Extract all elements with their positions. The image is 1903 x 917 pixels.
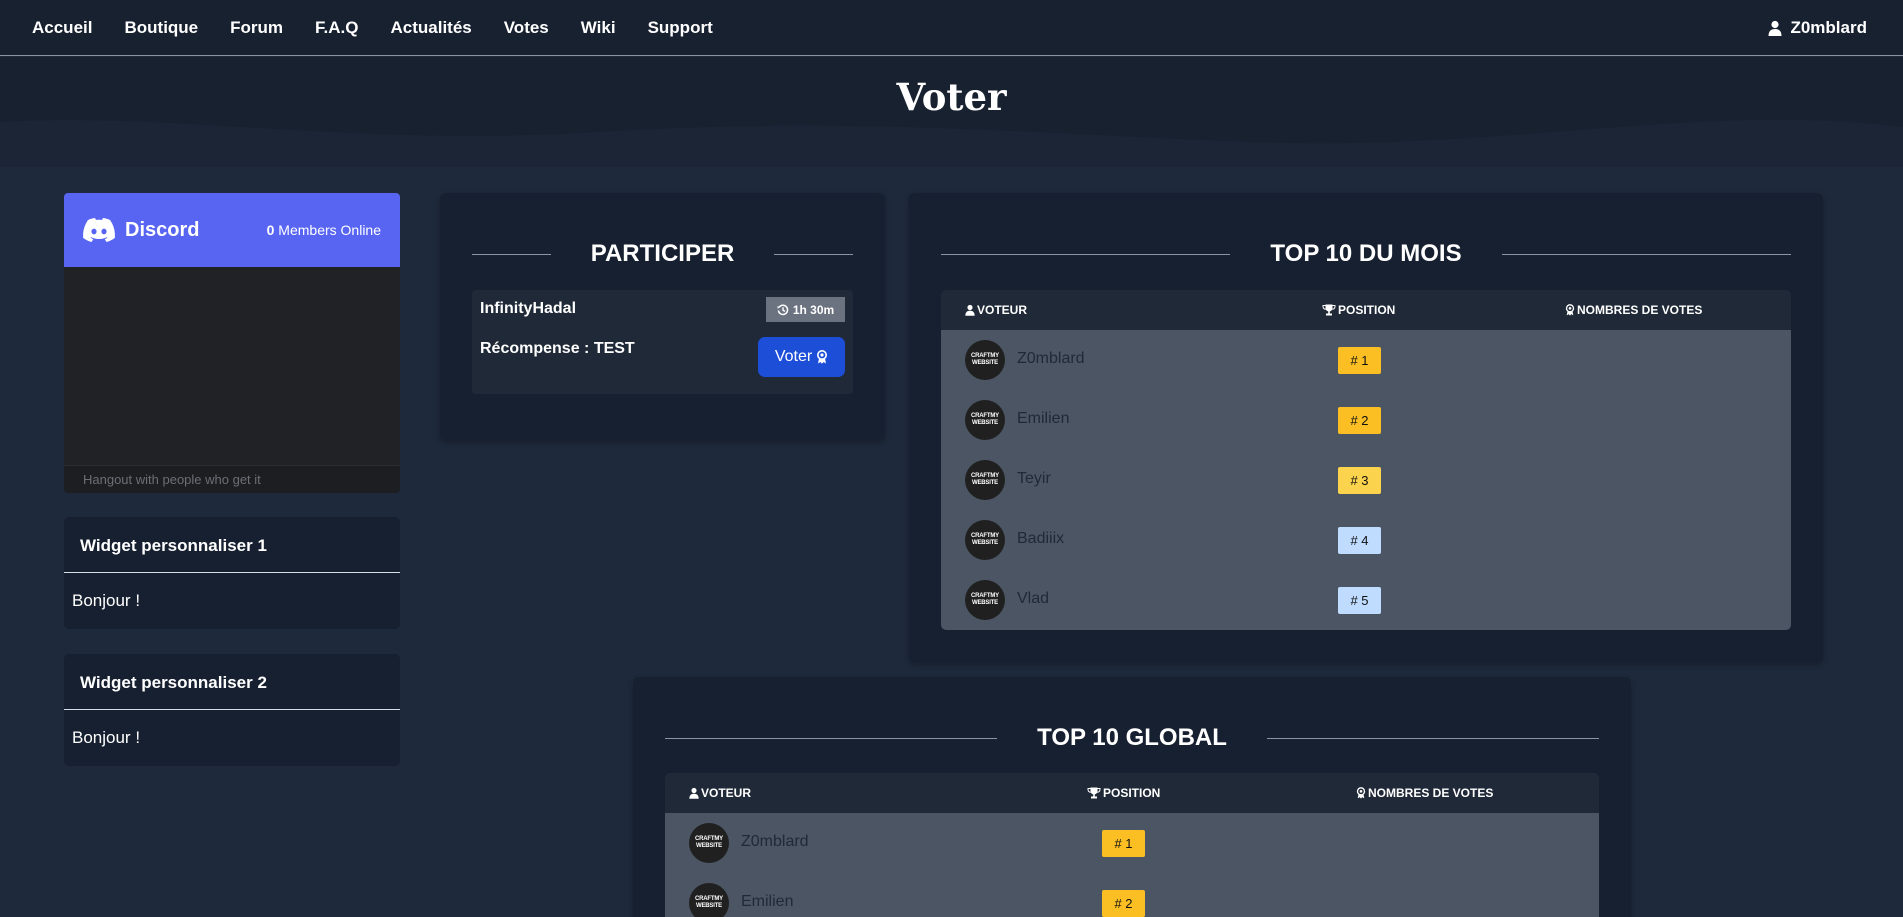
- column-votes: NOMBRES DE VOTES: [1565, 303, 1702, 317]
- avatar: CRAFTMY WEBSITE: [965, 520, 1005, 560]
- voter-name: Emilien: [741, 893, 794, 910]
- vote-button[interactable]: Voter: [758, 337, 845, 377]
- discord-members-label: Members Online: [278, 222, 381, 238]
- discord-title: Discord: [125, 218, 200, 241]
- nav-link-accueil[interactable]: Accueil: [32, 18, 92, 38]
- table-header: VOTEUR POSITION NOMBRES DE VOTES: [941, 290, 1791, 330]
- discord-icon: [83, 218, 115, 242]
- position-badge: # 2: [1338, 407, 1381, 434]
- vote-reward: Récompense : TEST: [480, 340, 635, 357]
- voter-name: Emilien: [1017, 410, 1070, 427]
- nav-link-wiki[interactable]: Wiki: [581, 18, 616, 38]
- award-icon: [1356, 787, 1366, 799]
- discord-members-list: [64, 267, 400, 465]
- avatar: CRAFTMY WEBSITE: [965, 460, 1005, 500]
- table-row: CRAFTMY WEBSITE Z0mblard # 1: [941, 330, 1791, 390]
- position-badge: # 2: [1102, 890, 1145, 917]
- top-month-card: TOP 10 DU MOIS VOTEUR POSITION NOMBRES D…: [909, 193, 1823, 663]
- table-body: CRAFTMY WEBSITE Z0mblard # 1 CRAFTMY WEBSI…: [665, 813, 1599, 917]
- table-row: CRAFTMY WEBSITE Badiiix # 4: [941, 510, 1791, 570]
- discord-header: Discord 0 Members Online: [64, 193, 400, 267]
- vote-site-box: InfinityHadal 1h 30m Récompense : TEST V…: [472, 290, 853, 394]
- top-global-card: TOP 10 GLOBAL VOTEUR POSITION NOMBRES DE…: [633, 677, 1631, 917]
- table-row: CRAFTMY WEBSITE Emilien # 2: [665, 873, 1599, 917]
- nav-link-support[interactable]: Support: [648, 18, 713, 38]
- discord-members-count: 0: [266, 222, 275, 238]
- column-position: POSITION: [1322, 303, 1395, 317]
- nav-link-forum[interactable]: Forum: [230, 18, 283, 38]
- user-icon: [689, 787, 699, 799]
- award-icon: [817, 350, 828, 364]
- trophy-icon: [1322, 304, 1336, 316]
- page-title: Voter: [896, 75, 1007, 119]
- column-voteur: VOTEUR: [689, 786, 751, 800]
- top-global-heading: TOP 10 GLOBAL: [1037, 724, 1227, 751]
- vote-timer-badge: 1h 30m: [766, 297, 845, 322]
- table-body: CRAFTMY WEBSITE Z0mblard # 1 CRAFTMY WEBSI…: [941, 330, 1791, 630]
- custom-widget-1: Widget personnaliser 1 Bonjour !: [64, 517, 400, 629]
- avatar: CRAFTMY WEBSITE: [965, 580, 1005, 620]
- voter-name: Vlad: [1017, 590, 1050, 607]
- nav-links: Accueil Boutique Forum F.A.Q Actualités …: [32, 18, 745, 38]
- avatar: CRAFTMY WEBSITE: [965, 400, 1005, 440]
- top-navbar: Accueil Boutique Forum F.A.Q Actualités …: [0, 0, 1903, 56]
- user-menu[interactable]: Z0mblard: [1768, 0, 1867, 56]
- table-row: CRAFTMY WEBSITE Emilien # 2: [941, 390, 1791, 450]
- user-icon: [1768, 20, 1782, 36]
- trophy-icon: [1087, 787, 1101, 799]
- widget-title: Widget personnaliser 2: [64, 654, 400, 710]
- nav-link-faq[interactable]: F.A.Q: [315, 18, 358, 38]
- card-heading: PARTICIPER: [472, 237, 854, 271]
- discord-brand: Discord: [83, 218, 199, 242]
- widget-title: Widget personnaliser 1: [64, 517, 400, 573]
- voter-name: Z0mblard: [741, 833, 809, 850]
- column-voteur: VOTEUR: [965, 303, 1027, 317]
- position-badge: # 4: [1338, 527, 1381, 554]
- user-name: Z0mblard: [1790, 18, 1867, 37]
- voter-name: Z0mblard: [1017, 350, 1085, 367]
- card-heading: TOP 10 GLOBAL: [665, 721, 1600, 755]
- column-position: POSITION: [1087, 786, 1160, 800]
- position-badge: # 1: [1102, 830, 1145, 857]
- position-badge: # 1: [1338, 347, 1381, 374]
- table-header: VOTEUR POSITION NOMBRES DE VOTES: [665, 773, 1599, 813]
- avatar: CRAFTMY WEBSITE: [965, 340, 1005, 380]
- position-badge: # 5: [1338, 587, 1381, 614]
- column-votes: NOMBRES DE VOTES: [1356, 786, 1493, 800]
- widget-content: Bonjour !: [72, 728, 141, 747]
- nav-link-boutique[interactable]: Boutique: [124, 18, 198, 38]
- avatar: CRAFTMY WEBSITE: [689, 823, 729, 863]
- top-month-table: VOTEUR POSITION NOMBRES DE VOTES CRAFTMY…: [941, 290, 1791, 630]
- discord-widget[interactable]: Discord 0 Members Online Hangout with pe…: [64, 193, 400, 493]
- table-row: CRAFTMY WEBSITE Vlad # 5: [941, 570, 1791, 630]
- participer-card: PARTICIPER InfinityHadal 1h 30m Récompen…: [440, 193, 885, 441]
- user-icon: [965, 304, 975, 316]
- vote-button-label: Voter: [774, 348, 813, 365]
- nav-link-actualites[interactable]: Actualités: [390, 18, 471, 38]
- card-heading: TOP 10 DU MOIS: [941, 237, 1792, 271]
- table-row: CRAFTMY WEBSITE Teyir # 3: [941, 450, 1791, 510]
- vote-timer-text: 1h 30m: [792, 302, 835, 317]
- top-month-heading: TOP 10 DU MOIS: [1270, 240, 1462, 267]
- position-badge: # 3: [1338, 467, 1381, 494]
- nav-link-votes[interactable]: Votes: [504, 18, 549, 38]
- custom-widget-2: Widget personnaliser 2 Bonjour !: [64, 654, 400, 766]
- widget-content: Bonjour !: [72, 591, 141, 610]
- discord-footer: Hangout with people who get it: [64, 465, 400, 493]
- award-icon: [1565, 304, 1575, 316]
- page-header: Voter: [0, 57, 1903, 167]
- table-row: CRAFTMY WEBSITE Z0mblard # 1: [665, 813, 1599, 873]
- vote-site-name: InfinityHadal: [480, 300, 577, 317]
- voter-name: Badiiix: [1017, 530, 1065, 547]
- participer-heading: PARTICIPER: [590, 240, 735, 267]
- discord-members-online: 0 Members Online: [267, 222, 381, 238]
- avatar: CRAFTMY WEBSITE: [689, 883, 729, 917]
- voter-name: Teyir: [1017, 470, 1051, 487]
- history-icon: [777, 304, 789, 315]
- top-global-table: VOTEUR POSITION NOMBRES DE VOTES CRAFTMY…: [665, 773, 1599, 917]
